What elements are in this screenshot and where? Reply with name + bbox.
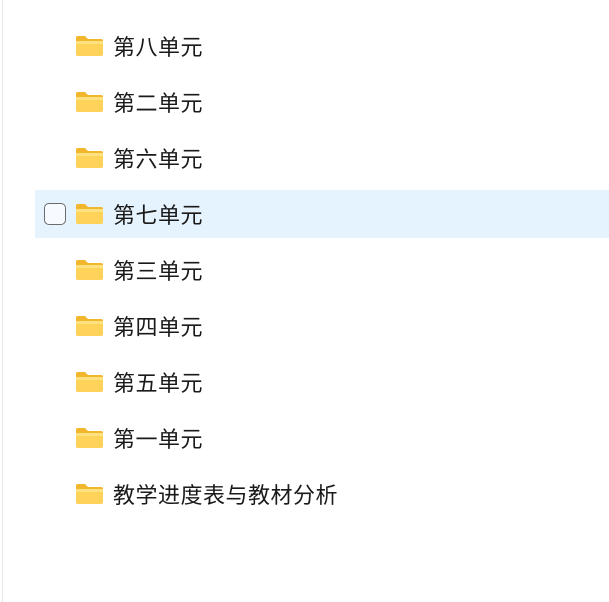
folder-icon <box>76 484 103 504</box>
folder-icon <box>76 316 103 336</box>
folder-name[interactable]: 教学进度表与教材分析 <box>113 478 338 510</box>
list-item[interactable]: 教学进度表与教材分析 <box>35 466 609 522</box>
list-item-selected[interactable]: 第七单元 <box>35 190 609 238</box>
folder-icon <box>76 148 103 168</box>
folder-name[interactable]: 第四单元 <box>113 310 203 342</box>
list-item[interactable]: 第五单元 <box>35 354 609 410</box>
list-item[interactable]: 第三单元 <box>35 242 609 298</box>
folder-name[interactable]: 第二单元 <box>113 86 203 118</box>
list-item[interactable]: 第八单元 <box>35 18 609 74</box>
list-item[interactable]: 第二单元 <box>35 74 609 130</box>
folder-name[interactable]: 第七单元 <box>113 198 203 230</box>
folder-icon <box>76 204 103 224</box>
folder-name[interactable]: 第八单元 <box>113 30 203 62</box>
list-item[interactable]: 第六单元 <box>35 130 609 186</box>
file-explorer-pane: 第八单元 第二单元 第六单元 第七单元 第三单元 第四单元 第五单元 第一单元 … <box>0 0 609 602</box>
folder-icon <box>76 428 103 448</box>
folder-name[interactable]: 第六单元 <box>113 142 203 174</box>
list-item[interactable]: 第四单元 <box>35 298 609 354</box>
folder-name[interactable]: 第五单元 <box>113 366 203 398</box>
list-item[interactable]: 第一单元 <box>35 410 609 466</box>
select-checkbox[interactable] <box>44 203 66 225</box>
pane-divider <box>2 0 3 602</box>
folder-icon <box>76 260 103 280</box>
folder-name[interactable]: 第三单元 <box>113 254 203 286</box>
folder-name[interactable]: 第一单元 <box>113 422 203 454</box>
folder-icon <box>76 36 103 56</box>
folder-icon <box>76 92 103 112</box>
folder-icon <box>76 372 103 392</box>
file-list: 第八单元 第二单元 第六单元 第七单元 第三单元 第四单元 第五单元 第一单元 … <box>35 18 609 522</box>
